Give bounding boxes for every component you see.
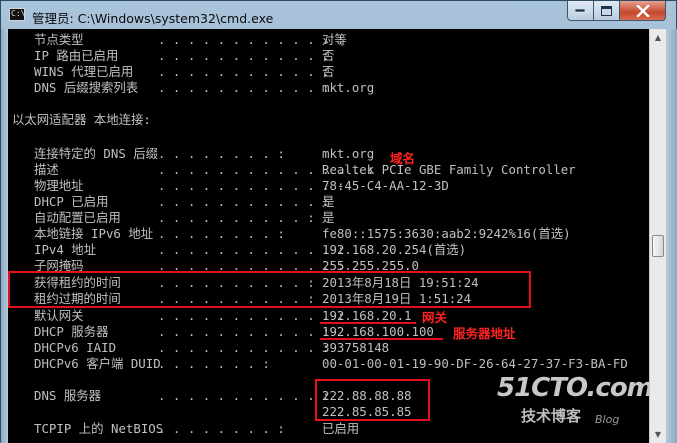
line-dots: . . . . . . . . . . . :	[158, 64, 330, 79]
line-dots: . . . . . . . . . . . :	[158, 324, 330, 339]
left-frame	[1, 29, 8, 443]
watermark: 51CTO.com 技术博客 Blog	[491, 373, 649, 435]
line-value: 78-45-C4-AA-12-3D	[322, 178, 449, 193]
line-value: 已启用	[322, 421, 360, 436]
dns-server-highlight-box	[315, 379, 430, 421]
annotation-domain: 域名	[390, 151, 416, 166]
line-value: 是	[322, 210, 335, 225]
line-dots: . . . . . . . . :	[158, 421, 285, 436]
minimize-button[interactable]	[567, 1, 594, 21]
line-value: mkt.org	[322, 80, 375, 95]
line-label: WINS 代理已启用	[34, 64, 134, 79]
dhcp-server-underline	[320, 338, 443, 340]
line-label: 连接特定的 DNS 后缀	[34, 146, 159, 161]
line-label: DHCPv6 IAID	[34, 340, 117, 355]
line-label: DHCP 服务器	[34, 324, 109, 339]
line-value: 192.168.100.100	[322, 324, 434, 339]
line-dots: . . . . . . . . . . . . :	[158, 308, 345, 323]
annotation-dhcp-server: 服务器地址	[453, 326, 516, 341]
line-dots: . . . . . . . . . . . :	[158, 340, 330, 355]
line-label: DNS 服务器	[34, 388, 102, 403]
cmd-app-icon[interactable]: C:\	[9, 8, 25, 21]
line-dots: . . . . . . . . :	[158, 146, 285, 161]
line-label: 默认网关	[34, 308, 84, 323]
watermark-blog: Blog	[595, 413, 620, 426]
console-output[interactable]: 节点类型. . . . . . . . . . . . : 对等 IP 路由已启用…	[8, 29, 649, 443]
line-value: Realtek PCIe GBE Family Controller	[322, 162, 576, 177]
line-dots: . . . . . . . :	[158, 356, 270, 371]
line-dots: . . . . . . . . . . . . :	[158, 242, 345, 257]
scroll-up-icon[interactable]: ▲	[650, 29, 666, 46]
line-label: IP 路由已启用	[34, 48, 119, 63]
window-title: 管理员: C:\Windows\system32\cmd.exe	[32, 11, 274, 26]
close-icon	[635, 4, 650, 17]
title-bar[interactable]: C:\ 管理员: C:\Windows\system32\cmd.exe	[1, 1, 676, 29]
line-dots: . . . . . . . . . . . :	[158, 388, 330, 403]
line-label: 自动配置已启用	[34, 210, 121, 225]
line-label: TCPIP 上的 NetBIOS	[34, 421, 164, 436]
maximize-button[interactable]	[593, 1, 620, 21]
annotation-gateway: 网关	[422, 310, 448, 325]
line-value: 是	[322, 194, 335, 209]
line-dots: . . . . . . . . . . . . :	[158, 178, 345, 193]
line-value: 00-01-00-01-19-90-DF-26-64-27-37-F3-BA-F…	[322, 356, 628, 371]
right-frame	[666, 29, 677, 443]
lease-time-highlight-box	[8, 271, 531, 308]
gateway-underline	[320, 322, 416, 324]
line-value: 393758148	[322, 340, 390, 355]
scroll-down-icon[interactable]: ▼	[650, 426, 666, 443]
line-label: IPv4 地址	[34, 242, 97, 257]
adapter-header: 以太网适配器 本地连接:	[12, 112, 151, 127]
line-dots: . . . . . . . . :	[158, 226, 285, 241]
line-label: 节点类型	[34, 32, 84, 47]
line-value: 192.168.20.254(首选)	[322, 242, 467, 257]
line-value: 否	[322, 64, 335, 79]
line-value: 对等	[322, 32, 347, 47]
vertical-scrollbar[interactable]: ▲ ▼	[649, 29, 666, 443]
line-value: mkt.org	[322, 146, 375, 161]
line-dots: . . . . . . . . . . :	[158, 210, 315, 225]
line-value: 192.168.20.1	[322, 308, 412, 323]
line-label: DNS 后缀搜索列表	[34, 80, 139, 95]
watermark-logo: 51CTO.com	[497, 373, 649, 403]
line-label: 物理地址	[34, 178, 84, 193]
line-label: DHCP 已启用	[34, 194, 109, 209]
scrollbar-thumb[interactable]	[652, 235, 664, 257]
line-label: DHCPv6 客户端 DUID	[34, 356, 161, 371]
line-dots: . . . . . . . . . . . . :	[158, 32, 345, 47]
close-button[interactable]	[619, 1, 666, 21]
minimize-icon	[575, 8, 586, 12]
cmd-icon-glyph: C:\	[11, 9, 26, 18]
line-dots: . . . . . . . . . . . :	[158, 80, 330, 95]
watermark-subtitle: 技术博客	[521, 407, 582, 425]
maximize-icon	[601, 5, 612, 16]
line-dots: . . . . . . . . . . . :	[158, 48, 330, 63]
line-label: 本地链接 IPv6 地址	[34, 226, 154, 241]
line-value: 否	[322, 48, 335, 63]
line-value: fe80::1575:3630:aab2:9242%16(首选)	[322, 226, 571, 241]
cmd-window: C:\ 管理员: C:\Windows\system32\cmd.exe 节点类…	[0, 0, 677, 443]
line-dots: . . . . . . . . . . . :	[158, 194, 330, 209]
line-label: 描述	[34, 162, 59, 177]
